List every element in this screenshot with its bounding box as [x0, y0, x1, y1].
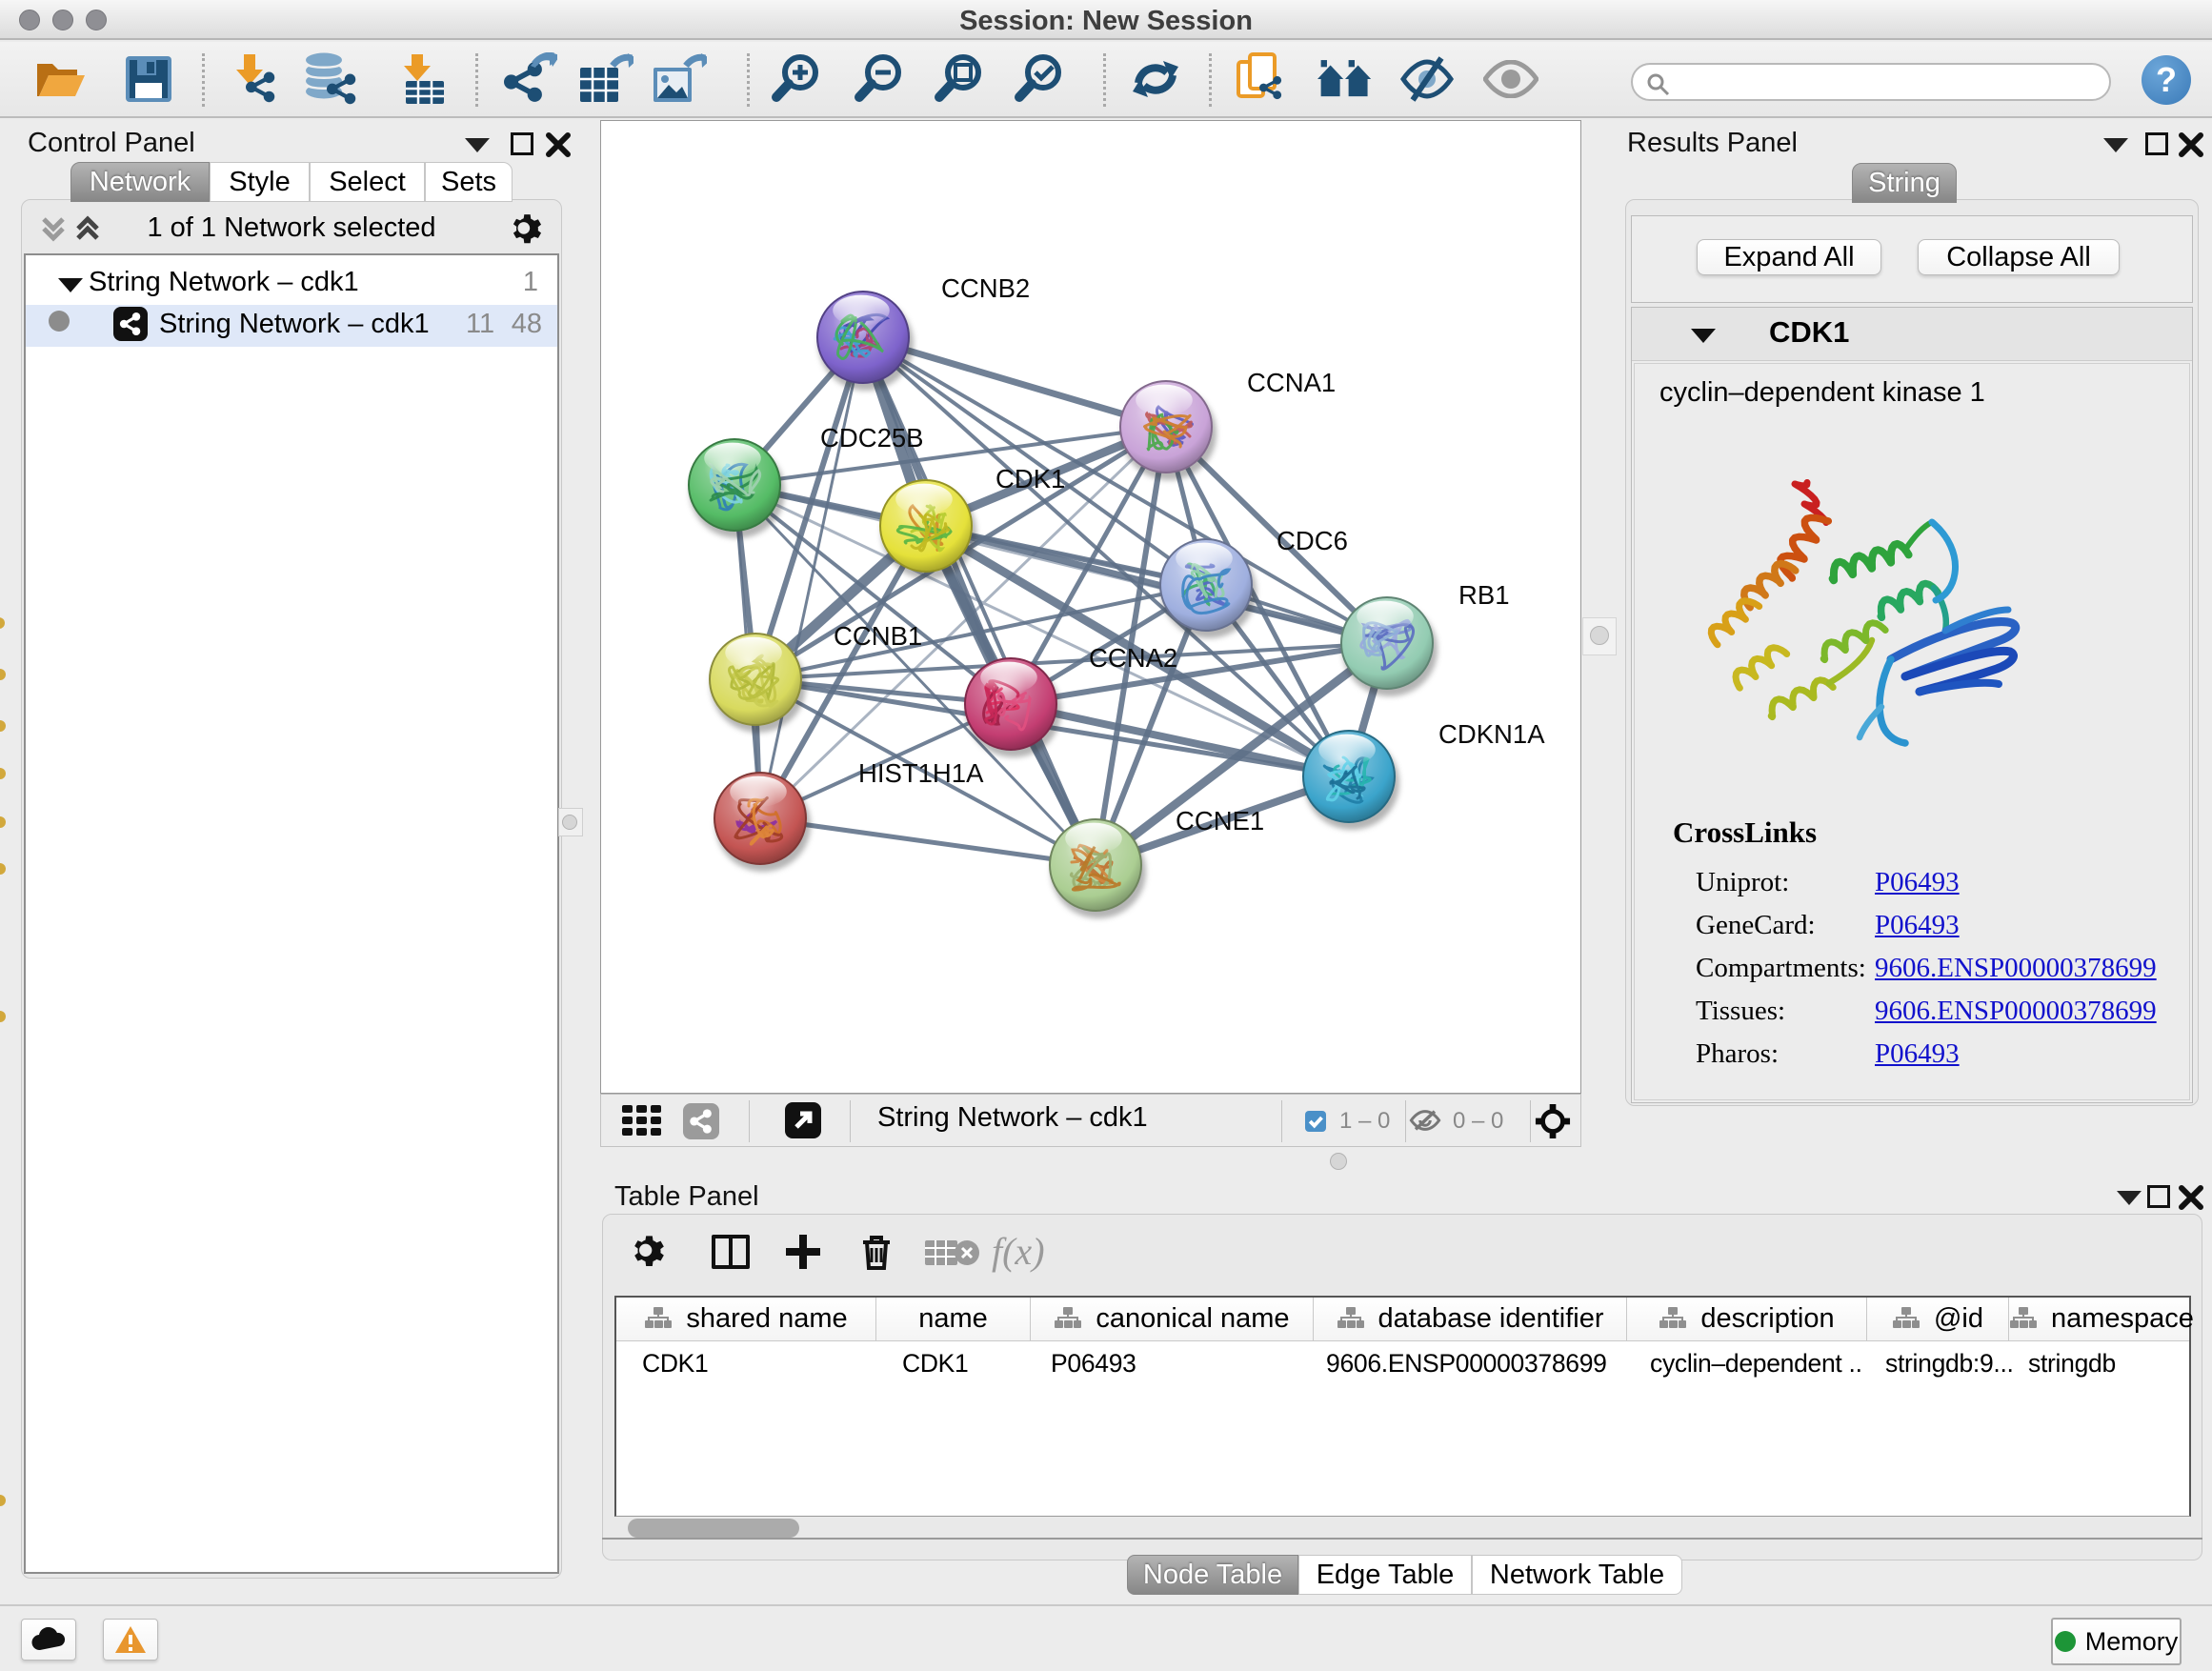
- svg-text:CCNA1: CCNA1: [1247, 368, 1336, 397]
- svg-text:CCNB1: CCNB1: [834, 621, 922, 651]
- svg-text:CDK1: CDK1: [995, 464, 1065, 493]
- svg-text:CCNB2: CCNB2: [941, 273, 1030, 303]
- svg-text:CDC6: CDC6: [1277, 526, 1348, 555]
- svg-text:CCNA2: CCNA2: [1089, 643, 1177, 673]
- svg-text:HIST1H1A: HIST1H1A: [858, 758, 984, 788]
- svg-text:RB1: RB1: [1458, 580, 1510, 610]
- svg-text:CDKN1A: CDKN1A: [1438, 719, 1545, 749]
- svg-text:CCNE1: CCNE1: [1176, 806, 1264, 836]
- svg-text:CDC25B: CDC25B: [820, 423, 924, 453]
